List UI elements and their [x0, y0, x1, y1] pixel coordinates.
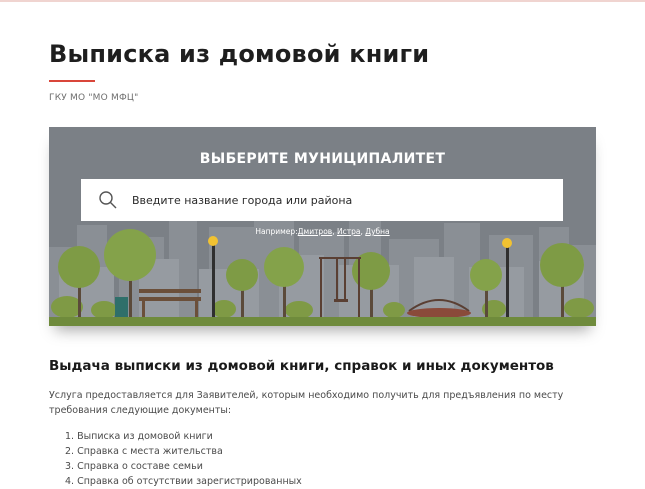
list-item: 4. Справка об отсутствии зарегистрирован…: [65, 476, 302, 487]
example-link-dmitrov[interactable]: Дмитров: [298, 227, 333, 236]
title-underline: [49, 80, 95, 82]
page-title: Выписка из домовой книги: [49, 40, 430, 68]
search-examples: Например:Дмитров, Истра, Дубна: [255, 227, 390, 236]
example-link-dubna[interactable]: Дубна: [365, 227, 389, 236]
list-item: 1. Выписка из домовой книги: [65, 431, 213, 442]
list-item: 2. Справка с места жительства: [65, 446, 223, 457]
search-icon: [99, 191, 117, 209]
organization-label: ГКУ МО "МО МФЦ": [49, 93, 139, 103]
top-border: [0, 0, 645, 2]
examples-prefix: Например:: [255, 227, 298, 236]
section-title: Выдача выписки из домовой книги, справок…: [49, 358, 554, 374]
municipality-search-input[interactable]: [132, 193, 552, 207]
example-link-istra[interactable]: Истра: [337, 227, 360, 236]
service-intro: Услуга предоставляется для Заявителей, к…: [49, 390, 564, 416]
list-item: 3. Справка о составе семьи: [65, 461, 203, 472]
banner-title: ВЫБЕРИТЕ МУНИЦИПАЛИТЕТ: [199, 151, 446, 167]
municipality-search[interactable]: [81, 179, 563, 221]
municipality-banner: ВЫБЕРИТЕ МУНИЦИПАЛИТЕТ Например:Дмитров,…: [49, 127, 596, 326]
documents-list: 1. Выписка из домовой книги 2. Справка с…: [65, 429, 302, 489]
